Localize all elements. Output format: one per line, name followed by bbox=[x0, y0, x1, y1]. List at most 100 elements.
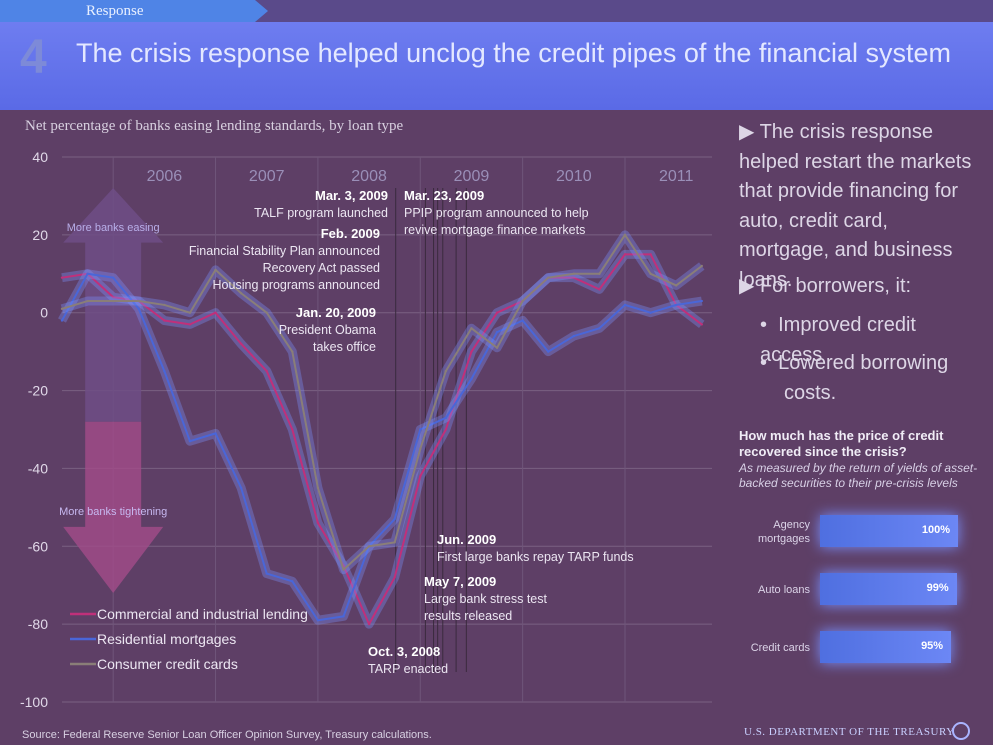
data-point bbox=[239, 486, 243, 490]
data-point bbox=[393, 517, 396, 521]
bar-value-auto: 99% bbox=[926, 582, 949, 594]
data-point bbox=[214, 311, 217, 314]
data-point bbox=[700, 323, 703, 326]
data-point bbox=[265, 369, 268, 373]
y-tick-label: 40 bbox=[32, 149, 48, 165]
annotation-date: Jan. 20, 2009 bbox=[296, 305, 376, 320]
data-point bbox=[291, 350, 294, 353]
data-point bbox=[572, 334, 576, 338]
data-point bbox=[163, 319, 166, 322]
nav-step-response[interactable]: Response bbox=[0, 0, 268, 22]
year-label: 2011 bbox=[659, 168, 694, 185]
data-point bbox=[60, 319, 64, 322]
annotation-date: Feb. 2009 bbox=[321, 226, 380, 241]
data-point bbox=[598, 327, 601, 330]
legend-label: Commercial and industrial lending bbox=[97, 606, 308, 622]
bullet-1-text: The crisis response helped restart the m… bbox=[739, 121, 972, 291]
treasury-logo-text: U.S. DEPARTMENT OF THE TREASURY bbox=[744, 726, 955, 738]
data-point bbox=[111, 276, 115, 279]
data-point bbox=[163, 303, 166, 307]
year-label: 2007 bbox=[249, 168, 285, 185]
annotation-text: Financial Stability Plan announced bbox=[189, 244, 380, 258]
page-title: The crisis response helped unclog the cr… bbox=[76, 38, 951, 68]
year-label: 2006 bbox=[147, 168, 183, 185]
annotation-date: Mar. 3, 2009 bbox=[315, 188, 388, 203]
legend-label: Residential mortgages bbox=[97, 631, 236, 647]
sub-bullet-2-text: Lowered borrowing costs. bbox=[778, 352, 949, 404]
data-point bbox=[521, 299, 524, 303]
header-banner: 4 The crisis response helped unclog the … bbox=[0, 22, 993, 110]
annotation-text: Recovery Act passed bbox=[263, 261, 380, 275]
year-label: 2010 bbox=[556, 168, 592, 185]
annotation-date: Jun. 2009 bbox=[437, 532, 496, 547]
y-tick-label: 20 bbox=[32, 227, 48, 243]
annotation-date: May 7, 2009 bbox=[424, 574, 496, 589]
data-point bbox=[495, 346, 499, 349]
series-glow bbox=[61, 249, 705, 629]
data-point bbox=[700, 299, 703, 303]
data-point bbox=[214, 432, 217, 435]
data-point bbox=[111, 299, 115, 303]
data-point bbox=[316, 619, 320, 622]
chart-title: Net percentage of banks easing lending s… bbox=[25, 118, 404, 134]
data-point bbox=[572, 272, 576, 275]
data-point bbox=[393, 541, 396, 544]
data-point bbox=[265, 572, 268, 575]
y-tick-label: -40 bbox=[28, 460, 48, 476]
lending-standards-chart: 40 20 0 -20 -40 -60 -80 -100 2006 2007 2008 2009 201… bbox=[20, 149, 712, 710]
data-point bbox=[444, 416, 448, 420]
annotation-text: TALF program launched bbox=[254, 206, 388, 220]
data-point bbox=[163, 369, 166, 373]
data-point bbox=[60, 307, 64, 311]
annotation-text: PPIP program announced to help bbox=[404, 206, 589, 220]
annotation-text: takes office bbox=[313, 340, 376, 354]
data-point bbox=[547, 276, 550, 279]
data-point bbox=[316, 521, 320, 525]
annotation-text: results released bbox=[424, 609, 512, 623]
section-number: 4 bbox=[20, 31, 47, 84]
arrow-up-label: More banks easing bbox=[67, 222, 160, 234]
data-point bbox=[674, 284, 678, 287]
bar-credit-cards: 95% bbox=[820, 631, 952, 663]
data-point bbox=[60, 276, 64, 279]
data-point bbox=[239, 342, 243, 346]
year-label: 2008 bbox=[351, 168, 387, 185]
data-point bbox=[547, 350, 550, 353]
data-point bbox=[649, 311, 652, 314]
data-point bbox=[444, 428, 448, 431]
y-tick-label: -60 bbox=[28, 538, 48, 554]
sub-bullet-2: • Lowered borrowing costs. bbox=[760, 352, 949, 404]
data-point bbox=[649, 253, 652, 256]
y-tick-label: -100 bbox=[20, 694, 48, 710]
data-point bbox=[598, 288, 601, 291]
data-point bbox=[419, 475, 422, 478]
data-point bbox=[239, 292, 243, 295]
annotation-text: First large banks repay TARP funds bbox=[437, 550, 634, 564]
annotation-text: revive mortgage finance markets bbox=[404, 223, 585, 237]
legend-label: Consumer credit cards bbox=[97, 656, 238, 672]
data-point bbox=[623, 303, 627, 307]
annotation-date: Oct. 3, 2008 bbox=[368, 644, 440, 659]
data-point bbox=[137, 307, 140, 311]
bullet-2-text: For borrowers, it: bbox=[759, 275, 912, 297]
y-tick-label: -20 bbox=[28, 383, 48, 399]
data-point bbox=[649, 272, 652, 275]
bar-auto: 99% bbox=[820, 573, 957, 605]
bar-value-credit-cards: 95% bbox=[921, 640, 944, 652]
recovery-question-subtitle: As measured by the return of yields of a… bbox=[739, 461, 978, 490]
annotation-text: President Obama bbox=[279, 323, 376, 337]
data-point bbox=[521, 319, 524, 322]
data-point bbox=[188, 323, 192, 326]
data-point bbox=[316, 486, 320, 490]
data-point bbox=[367, 622, 371, 626]
data-point bbox=[86, 272, 89, 275]
annotation-date: Mar. 23, 2009 bbox=[404, 188, 484, 203]
y-tick-label: 0 bbox=[40, 305, 48, 321]
recovery-question-title: How much has the price of credit recover… bbox=[739, 428, 944, 459]
annotation-text: TARP enacted bbox=[368, 662, 448, 676]
source-note: Source: Federal Reserve Senior Loan Offi… bbox=[22, 729, 432, 741]
annotation-text: Housing programs announced bbox=[213, 278, 381, 292]
bar-label-credit-cards: Credit cards bbox=[750, 642, 810, 654]
year-label: 2009 bbox=[454, 168, 490, 185]
series-glow bbox=[58, 269, 703, 625]
